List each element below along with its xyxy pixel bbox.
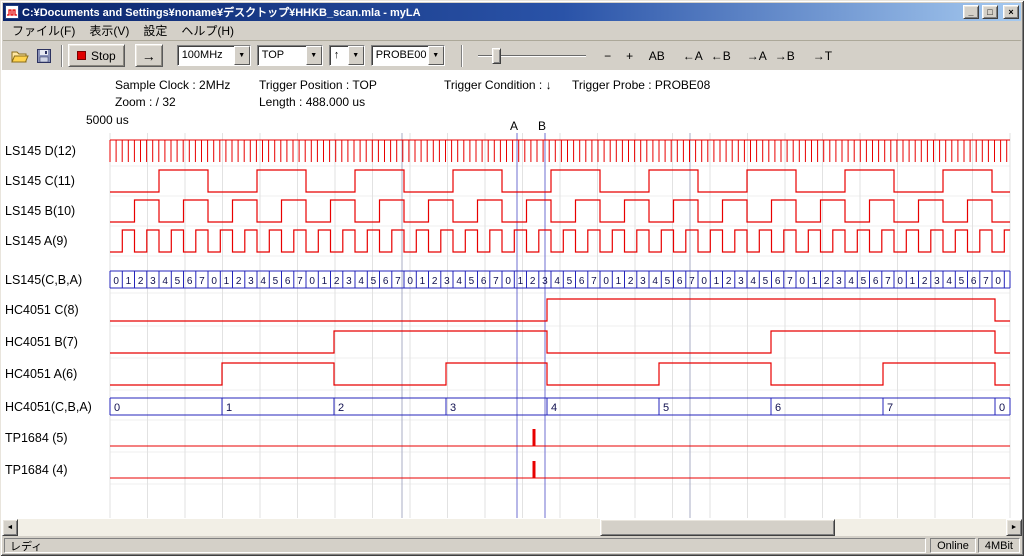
scrollbar-thumb[interactable] [600,519,835,536]
status-ready-text: レディ [10,538,42,554]
dropdown-arrow-icon[interactable]: ▼ [348,46,364,65]
chevron-down-icon: ▼ [432,52,439,59]
sample-clock-select[interactable]: 100MHz ▼ [177,45,251,66]
status-online-badge: Online [930,538,976,553]
run-arrow-icon: → [142,49,156,63]
open-button[interactable] [8,45,32,67]
titlebar[interactable]: C:¥Documents and Settings¥noname¥デスクトップ¥… [3,3,1021,21]
maximize-button[interactable]: □ [982,5,998,19]
open-folder-icon [11,48,29,64]
window-title: C:¥Documents and Settings¥noname¥デスクトップ¥… [22,4,960,20]
trigger-edge-select[interactable]: ↑ ▼ [329,45,365,66]
zoom-in-button[interactable]: + [620,46,640,66]
sample-clock-info: Sample Clock : 2MHz [115,78,230,92]
toolbar-separator [461,45,463,67]
dropdown-arrow-icon[interactable]: ▼ [234,46,250,65]
statusbar: レディ Online 4MBit [2,537,1022,554]
scroll-left-icon: ◄ [7,524,14,531]
trigger-probe-value: PROBE00 [372,46,428,65]
stop-label: Stop [91,49,116,63]
minimize-button[interactable]: _ [963,5,979,19]
stop-icon [77,51,86,60]
stop-button[interactable]: Stop [68,44,125,67]
zoom-info: Zoom : / 32 [115,95,176,109]
chevron-down-icon: ▼ [310,52,317,59]
save-floppy-icon [36,48,52,64]
horizontal-scrollbar[interactable]: ◄ ► [2,519,1022,536]
scroll-right-icon: ► [1011,524,1018,531]
goto-trigger-button[interactable]: →T [810,46,835,66]
scrollbar-track[interactable] [18,519,1006,536]
goto-cursor-b-left-button[interactable]: ←B [708,46,734,66]
ab-range-button[interactable]: AB [646,46,668,66]
trigger-probe-info: Trigger Probe : PROBE08 [572,78,710,92]
save-button[interactable] [32,45,56,67]
run-button[interactable]: → [135,44,163,67]
menu-help[interactable]: ヘルプ(H) [174,21,241,40]
goto-cursor-b-right-button[interactable]: →B [772,46,798,66]
menubar: ファイル(F) 表示(V) 設定 ヘルプ(H) [3,21,1021,40]
menu-settings[interactable]: 設定 [136,21,174,40]
chevron-down-icon: ▼ [238,52,245,59]
close-button[interactable]: × [1003,5,1019,19]
goto-cursor-a-left-button[interactable]: ←A [680,46,706,66]
trigger-position-select[interactable]: TOP ▼ [257,45,323,66]
app-window: C:¥Documents and Settings¥noname¥デスクトップ¥… [0,0,1024,556]
sample-clock-value: 100MHz [178,46,234,65]
chevron-down-icon: ▼ [352,52,359,59]
goto-cursor-a-right-button[interactable]: →A [744,46,770,66]
dropdown-arrow-icon[interactable]: ▼ [306,46,322,65]
trigger-position-info: Trigger Position : TOP [259,78,377,92]
trigger-probe-select[interactable]: PROBE00 ▼ [371,45,445,66]
length-info: Length : 488.000 us [259,95,365,109]
zoom-slider[interactable] [478,45,586,67]
zoom-slider-thumb[interactable] [492,48,501,64]
waveform-client-area [2,70,1022,519]
zoom-out-button[interactable]: − [598,46,618,66]
app-icon [5,5,19,19]
status-message: レディ [4,538,926,553]
toolbar: Stop → 100MHz ▼ TOP ▼ ↑ ▼ PROBE00 ▼ − + … [3,40,1021,70]
menu-view[interactable]: 表示(V) [82,21,136,40]
time-scale-label: 5000 us [86,113,129,127]
scroll-left-button[interactable]: ◄ [2,519,18,536]
trigger-position-value: TOP [258,46,306,65]
dropdown-arrow-icon[interactable]: ▼ [428,46,444,65]
trigger-condition-info: Trigger Condition : ↓ [444,78,552,92]
toolbar-separator [61,45,63,67]
trigger-edge-value: ↑ [330,46,348,65]
menu-file[interactable]: ファイル(F) [5,21,82,40]
scroll-right-button[interactable]: ► [1006,519,1022,536]
status-memory-badge: 4MBit [978,538,1020,553]
